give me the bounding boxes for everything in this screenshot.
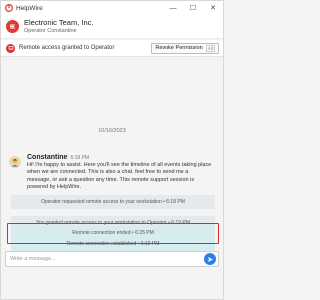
send-icon	[207, 256, 213, 262]
message-input[interactable]: Write a message...	[5, 251, 219, 267]
maximize-button[interactable]: ☐	[183, 1, 203, 15]
revoke-permission-button[interactable]: Revoke Permission Alt	[151, 42, 219, 54]
date-separator: 10/16/2023	[98, 128, 126, 134]
company-header: Electronic Team, Inc. Operator Constanti…	[1, 15, 223, 39]
helpwire-logo-icon	[4, 4, 13, 13]
remote-access-status-bar: Remote access granted to Operator Revoke…	[1, 40, 223, 57]
company-name: Electronic Team, Inc.	[24, 18, 94, 28]
title-bar: HelpWire — ☐ ✕	[1, 1, 223, 15]
company-logo-icon	[6, 20, 19, 33]
revoke-permission-label: Revoke Permission	[155, 45, 203, 51]
message-input-bar: Write a message...	[1, 249, 223, 269]
operator-name: Operator Constantine	[24, 27, 77, 34]
message-body: Constantine 6:18 PM Hi! I'm happy to ass…	[27, 154, 213, 192]
highlight-box	[7, 223, 219, 244]
message-text: Hi! I'm happy to assist. Here you'll see…	[27, 162, 212, 191]
keyboard-shortcut-badge: Alt	[205, 44, 215, 52]
message-time: 6:18 PM	[70, 155, 90, 161]
status-text: Remote access granted to Operator	[19, 45, 115, 51]
message-sender: Constantine	[27, 154, 68, 161]
helpwire-window: HelpWire — ☐ ✕ Electronic Team, Inc. Ope…	[0, 0, 224, 300]
operator-avatar	[9, 156, 21, 168]
timeline-event: Operator requested remote access to your…	[11, 195, 215, 209]
send-button[interactable]	[204, 253, 216, 265]
company-info: Electronic Team, Inc. Operator Constanti…	[24, 18, 94, 34]
app-title: HelpWire	[16, 4, 43, 12]
remote-access-icon	[6, 43, 15, 53]
minimize-button[interactable]: —	[163, 1, 183, 15]
close-button[interactable]: ✕	[203, 1, 223, 15]
window-controls: — ☐ ✕	[163, 1, 223, 15]
chat-message: Constantine 6:18 PM Hi! I'm happy to ass…	[9, 154, 215, 192]
message-header: Constantine 6:18 PM	[27, 154, 213, 161]
